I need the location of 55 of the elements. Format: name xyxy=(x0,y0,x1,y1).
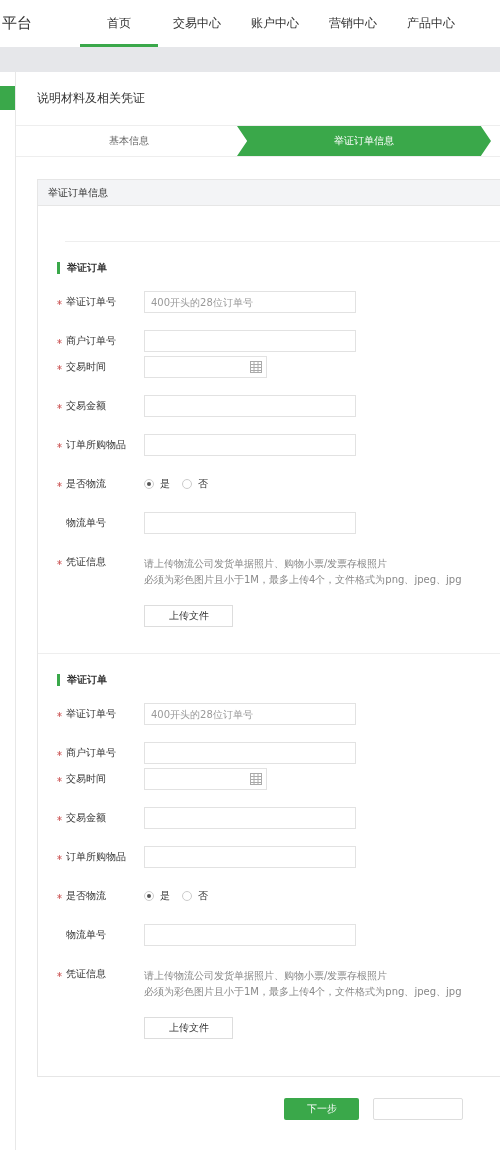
hint-text: 请上传物流公司发货单据照片、购物小票/发票存根照片 xyxy=(144,557,389,571)
panel-header: 举证订单信息 xyxy=(38,180,500,206)
input-field[interactable] xyxy=(144,846,356,868)
nav-tab[interactable]: 交易中心 xyxy=(158,0,236,47)
input-field[interactable] xyxy=(144,330,356,352)
field-label: 物流单号 xyxy=(66,928,106,942)
field-label: 商户订单号 xyxy=(66,334,116,348)
nav-tab[interactable]: 营销中心 xyxy=(314,0,392,47)
input-field[interactable]: 400开头的28位订单号 xyxy=(144,291,356,313)
hint-text: 必须为彩色图片且小于1M，最多上传4个，文件格式为png、jpeg、jpg xyxy=(144,573,462,587)
radio-label: 否 xyxy=(198,477,208,491)
hint-text: 必须为彩色图片且小于1M，最多上传4个，文件格式为png、jpeg、jpg xyxy=(144,985,462,999)
hint-text: 请上传物流公司发货单据照片、购物小票/发票存根照片 xyxy=(144,969,389,983)
calendar-icon[interactable] xyxy=(250,773,262,785)
field-label: 交易时间 xyxy=(66,772,106,786)
input-field[interactable] xyxy=(144,924,356,946)
radio-option[interactable]: 否 xyxy=(182,477,208,491)
field-label: 订单所购物品 xyxy=(66,850,126,864)
date-field[interactable] xyxy=(144,356,267,378)
sidebar-active-marker xyxy=(0,86,15,110)
field-label: 举证订单号 xyxy=(66,295,116,309)
input-field[interactable] xyxy=(144,395,356,417)
field-label: 交易金额 xyxy=(66,811,106,825)
step: 举证订单信息 xyxy=(237,126,491,156)
field-label: 商户订单号 xyxy=(66,746,116,760)
radio-option[interactable]: 是 xyxy=(144,477,170,491)
field-label: 凭证信息 xyxy=(66,555,106,569)
date-field[interactable] xyxy=(144,768,267,790)
field-label: 是否物流 xyxy=(66,889,106,903)
field-label: 交易金额 xyxy=(66,399,106,413)
input-field[interactable] xyxy=(144,512,356,534)
field-label: 交易时间 xyxy=(66,360,106,374)
radio-option[interactable]: 否 xyxy=(182,889,208,903)
section-title: 举证订单 xyxy=(57,674,500,686)
input-field[interactable] xyxy=(144,807,356,829)
radio-option[interactable]: 是 xyxy=(144,889,170,903)
input-field[interactable] xyxy=(144,742,356,764)
radio-label: 是 xyxy=(160,477,170,491)
upload-button[interactable]: 上传文件 xyxy=(144,1017,233,1039)
field-label: 举证订单号 xyxy=(66,707,116,721)
field-label: 凭证信息 xyxy=(66,967,106,981)
radio-label: 是 xyxy=(160,889,170,903)
secondary-button[interactable] xyxy=(373,1098,463,1120)
input-field[interactable] xyxy=(144,434,356,456)
field-label: 物流单号 xyxy=(66,516,106,530)
input-field[interactable]: 400开头的28位订单号 xyxy=(144,703,356,725)
upload-button[interactable]: 上传文件 xyxy=(144,605,233,627)
field-label: 订单所购物品 xyxy=(66,438,126,452)
nav-tab[interactable]: 账户中心 xyxy=(236,0,314,47)
brand-name: 平台 xyxy=(1,13,33,34)
nav-tab[interactable]: 产品中心 xyxy=(392,0,470,47)
field-label: 是否物流 xyxy=(66,477,106,491)
calendar-icon[interactable] xyxy=(250,361,262,373)
section-title: 举证订单 xyxy=(57,262,500,274)
radio-label: 否 xyxy=(198,889,208,903)
